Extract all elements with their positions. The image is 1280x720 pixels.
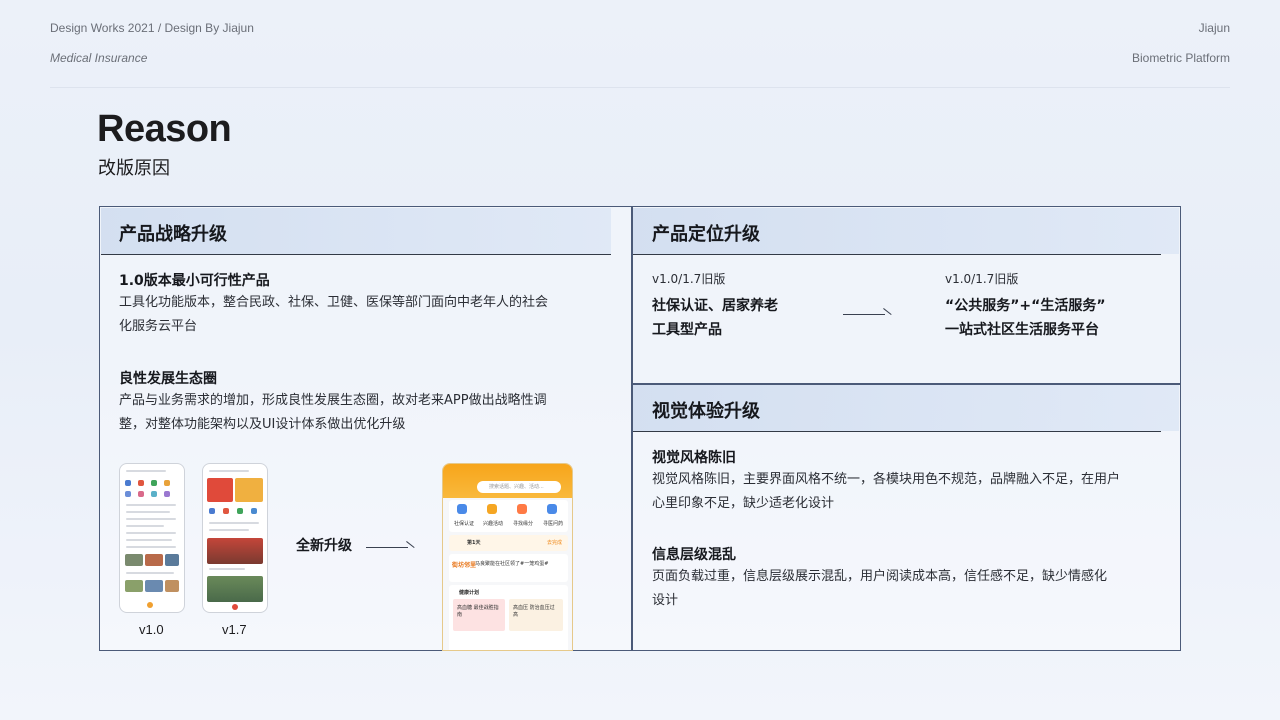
left-section-heading: 产品战略升级: [119, 224, 227, 245]
frame-divider-horizontal: [631, 383, 1181, 385]
right-top-heading: 产品定位升级: [652, 224, 760, 245]
new-app-search: 搜索话题、兴趣、活动...: [477, 481, 561, 493]
info-hierarchy-line1: 页面负载过重，信息层级展示混乱，用户阅读成本高，信任感不足，缺少情感化: [652, 569, 1108, 584]
phone-mockup-v1-0: [119, 463, 185, 613]
header-author: Jiajun: [1198, 21, 1230, 35]
old-version-label: v1.0/1.7旧版: [652, 272, 726, 286]
mvp-desc-line2: 化服务云平台: [119, 319, 198, 334]
upgrade-label: 全新升级: [296, 538, 352, 554]
version-label-v1-7: v1.7: [222, 622, 247, 637]
phone-mockup-new: 搜索话题、兴趣、活动... 社保认证 兴趣活动 寻找缘分 寻医问药 第1天 去完…: [442, 463, 573, 651]
visual-style-line2: 心里印象不足，缺少适老化设计: [652, 496, 835, 511]
frame-divider-vertical: [631, 206, 633, 651]
new-version-label: v1.0/1.7旧版: [945, 272, 1019, 286]
ecosystem-title: 良性发展生态圈: [119, 371, 217, 387]
new-positioning-line2: 一站式社区生活服务平台: [945, 322, 1099, 338]
upgrade-arrow: [366, 540, 415, 548]
phone-mockup-v1-7: [202, 463, 268, 613]
ecosystem-desc-line2: 整，对整体功能架构以及UI设计体系做出优化升级: [119, 417, 406, 432]
old-positioning-line2: 工具型产品: [652, 322, 722, 338]
header-platform: Biometric Platform: [1131, 51, 1230, 65]
ecosystem-desc-line1: 产品与业务需求的增加，形成良性发展生态圈，故对老来APP做出战略性调: [119, 393, 547, 408]
right-bottom-heading-underline: [633, 431, 1161, 432]
visual-style-line1: 视觉风格陈旧，主要界面风格不统一，各模块用色不规范，品牌融入不足，在用户: [652, 472, 1121, 487]
mvp-title: 1.0版本最小可行性产品: [119, 273, 270, 289]
left-heading-underline: [101, 254, 611, 255]
old-positioning-line1: 社保认证、居家养老: [652, 298, 778, 314]
positioning-arrow: [843, 307, 892, 315]
info-hierarchy-title: 信息层级混乱: [652, 547, 736, 563]
page-subtitle: 改版原因: [98, 158, 170, 179]
visual-style-title: 视觉风格陈旧: [652, 450, 736, 466]
right-top-heading-underline: [633, 254, 1161, 255]
new-positioning-line1: “公共服务”+“生活服务”: [945, 298, 1106, 314]
header-credit: Design Works 2021 / Design By Jiajun: [50, 21, 254, 35]
info-hierarchy-line2: 设计: [652, 593, 679, 608]
header-divider: [50, 87, 1230, 88]
version-label-v1-0: v1.0: [139, 622, 164, 637]
mvp-desc-line1: 工具化功能版本，整合民政、社保、卫健、医保等部门面向中老年人的社会: [119, 295, 549, 310]
right-bottom-heading: 视觉体验升级: [652, 401, 760, 422]
header-project: Medical Insurance: [50, 51, 148, 65]
page-title: Reason: [97, 108, 232, 150]
